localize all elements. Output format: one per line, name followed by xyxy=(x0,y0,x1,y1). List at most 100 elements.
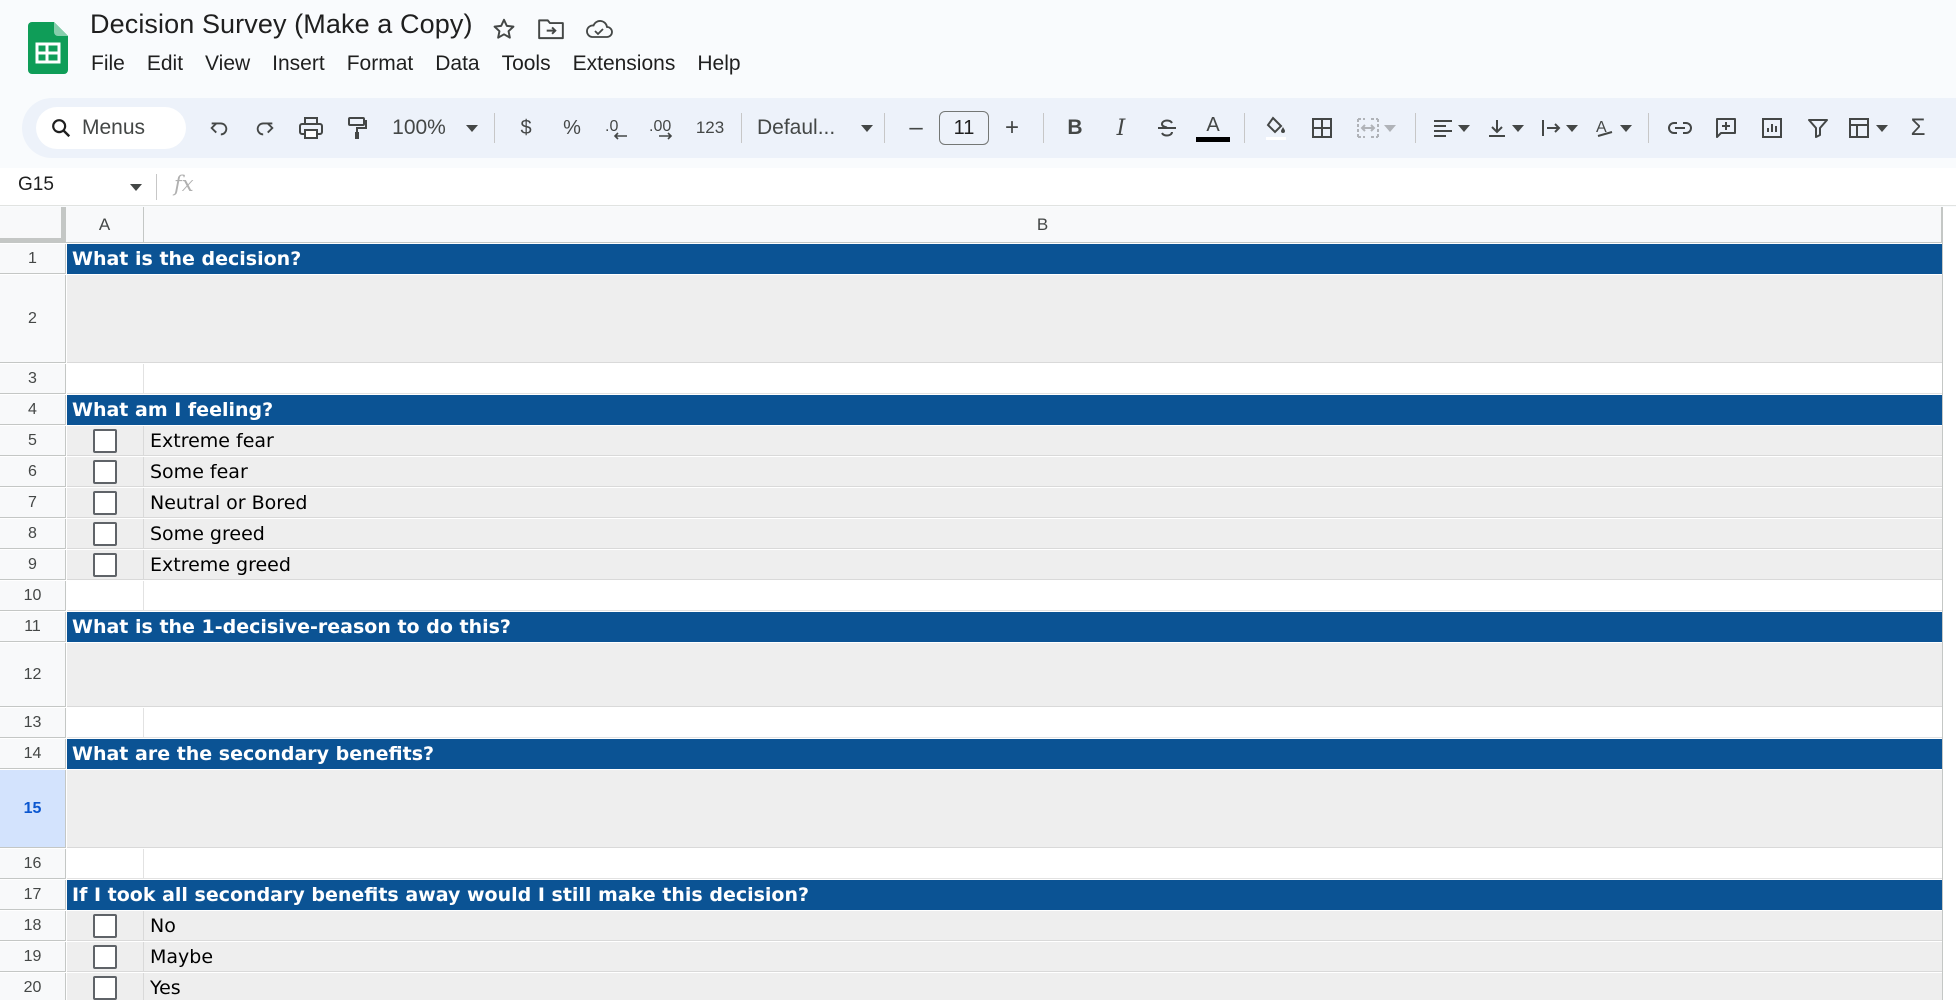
checkbox[interactable] xyxy=(93,975,117,1000)
section-header-cell[interactable]: What is the 1-decisive-reason to do this… xyxy=(67,612,1942,642)
empty-row[interactable] xyxy=(67,849,1942,879)
insert-comment-icon[interactable] xyxy=(1706,108,1746,148)
option-label-cell[interactable]: Neutral or Bored xyxy=(145,488,1942,517)
italic-button[interactable]: I xyxy=(1101,108,1141,148)
column-header-a[interactable]: A xyxy=(66,207,144,243)
paint-format-icon[interactable] xyxy=(337,108,377,148)
checkbox-row[interactable]: Extreme fear xyxy=(67,426,1942,456)
option-label-cell[interactable]: Yes xyxy=(145,973,1942,1000)
empty-row[interactable] xyxy=(67,581,1942,611)
row-header[interactable]: 5 xyxy=(0,426,66,456)
row-header[interactable]: 14 xyxy=(0,739,66,769)
document-title[interactable]: Decision Survey (Make a Copy) xyxy=(90,9,473,40)
option-label-cell[interactable]: Maybe xyxy=(145,942,1942,971)
answer-input-cell[interactable] xyxy=(67,275,1942,363)
insert-chart-icon[interactable] xyxy=(1752,108,1792,148)
column-header-b[interactable]: B xyxy=(144,207,1942,243)
strikethrough-icon[interactable] xyxy=(1147,108,1187,148)
checkbox[interactable] xyxy=(93,428,117,453)
text-rotation-icon[interactable]: A xyxy=(1589,108,1637,148)
text-wrapping-icon[interactable] xyxy=(1535,108,1583,148)
row-header[interactable]: 13 xyxy=(0,708,66,738)
option-label-cell[interactable]: Some fear xyxy=(145,457,1942,486)
sheets-logo-icon[interactable] xyxy=(28,22,68,74)
empty-row[interactable] xyxy=(67,364,1942,394)
checkbox[interactable] xyxy=(93,521,117,546)
checkbox-row[interactable]: Neutral or Bored xyxy=(67,488,1942,518)
fill-color-icon[interactable] xyxy=(1256,108,1296,148)
cloud-status-icon[interactable] xyxy=(584,14,614,44)
row-header[interactable]: 15 xyxy=(0,770,66,848)
font-size-input[interactable]: 11 xyxy=(939,111,989,145)
row-header[interactable]: 11 xyxy=(0,612,66,642)
bold-button[interactable]: B xyxy=(1055,108,1095,148)
redo-icon[interactable] xyxy=(245,108,285,148)
checkbox[interactable] xyxy=(93,944,117,969)
section-header-cell[interactable]: If I took all secondary benefits away wo… xyxy=(67,880,1942,910)
menu-insert[interactable]: Insert xyxy=(261,48,336,80)
checkbox-cell[interactable] xyxy=(67,942,144,971)
checkbox-cell[interactable] xyxy=(67,550,144,579)
increase-decimal-button[interactable]: .00 xyxy=(644,108,684,148)
row-header[interactable]: 8 xyxy=(0,519,66,549)
checkbox-cell[interactable] xyxy=(67,426,144,455)
number-format-button[interactable]: 123 xyxy=(690,108,730,148)
name-box[interactable]: G15 xyxy=(18,174,54,196)
menu-data[interactable]: Data xyxy=(424,48,490,80)
percent-format-button[interactable]: % xyxy=(552,108,592,148)
empty-cell-a[interactable] xyxy=(67,581,144,610)
text-color-button[interactable]: A xyxy=(1193,108,1233,148)
filter-views-icon[interactable] xyxy=(1844,108,1892,148)
move-to-folder-icon[interactable] xyxy=(536,14,566,44)
select-all-corner[interactable] xyxy=(0,207,66,243)
menu-extensions[interactable]: Extensions xyxy=(562,48,687,80)
answer-input-cell[interactable] xyxy=(67,643,1942,707)
row-header[interactable]: 7 xyxy=(0,488,66,518)
menu-tools[interactable]: Tools xyxy=(491,48,562,80)
empty-cell-a[interactable] xyxy=(67,364,144,393)
row-header[interactable]: 16 xyxy=(0,849,66,879)
option-label-cell[interactable]: Extreme fear xyxy=(145,426,1942,455)
insert-link-icon[interactable] xyxy=(1660,108,1700,148)
font-family-select[interactable]: Defaul... xyxy=(753,108,873,148)
increase-font-size-button[interactable]: + xyxy=(992,108,1032,148)
decrease-font-size-button[interactable]: – xyxy=(896,108,936,148)
empty-cell-a[interactable] xyxy=(67,849,144,878)
section-header-cell[interactable]: What is the decision? xyxy=(67,244,1942,274)
row-header[interactable]: 6 xyxy=(0,457,66,487)
empty-row[interactable] xyxy=(67,708,1942,738)
horizontal-align-icon[interactable] xyxy=(1427,108,1475,148)
print-icon[interactable] xyxy=(291,108,331,148)
option-label-cell[interactable]: Extreme greed xyxy=(145,550,1942,579)
row-header[interactable]: 1 xyxy=(0,244,66,274)
row-header[interactable]: 4 xyxy=(0,395,66,425)
merge-cells-icon[interactable] xyxy=(1348,108,1404,148)
checkbox-cell[interactable] xyxy=(67,911,144,940)
checkbox-row[interactable]: Maybe xyxy=(67,942,1942,972)
section-header-cell[interactable]: What are the secondary benefits? xyxy=(67,739,1942,769)
checkbox-row[interactable]: Some fear xyxy=(67,457,1942,487)
menu-file[interactable]: File xyxy=(80,48,136,80)
checkbox-cell[interactable] xyxy=(67,488,144,517)
vertical-align-icon[interactable] xyxy=(1481,108,1529,148)
currency-format-button[interactable]: $ xyxy=(506,108,546,148)
option-label-cell[interactable]: Some greed xyxy=(145,519,1942,548)
menu-format[interactable]: Format xyxy=(336,48,425,80)
section-header-cell[interactable]: What am I feeling? xyxy=(67,395,1942,425)
row-header[interactable]: 18 xyxy=(0,911,66,941)
answer-input-cell[interactable] xyxy=(67,770,1942,848)
row-header[interactable]: 12 xyxy=(0,643,66,707)
undo-icon[interactable] xyxy=(199,108,239,148)
row-header[interactable]: 19 xyxy=(0,942,66,972)
row-header[interactable]: 3 xyxy=(0,364,66,394)
menu-help[interactable]: Help xyxy=(686,48,751,80)
checkbox-row[interactable]: No xyxy=(67,911,1942,941)
checkbox-cell[interactable] xyxy=(67,519,144,548)
star-icon[interactable] xyxy=(489,14,519,44)
checkbox[interactable] xyxy=(93,490,117,515)
row-header[interactable]: 10 xyxy=(0,581,66,611)
checkbox[interactable] xyxy=(93,913,117,938)
row-header[interactable]: 20 xyxy=(0,973,66,1000)
menu-view[interactable]: View xyxy=(194,48,261,80)
checkbox-row[interactable]: Some greed xyxy=(67,519,1942,549)
